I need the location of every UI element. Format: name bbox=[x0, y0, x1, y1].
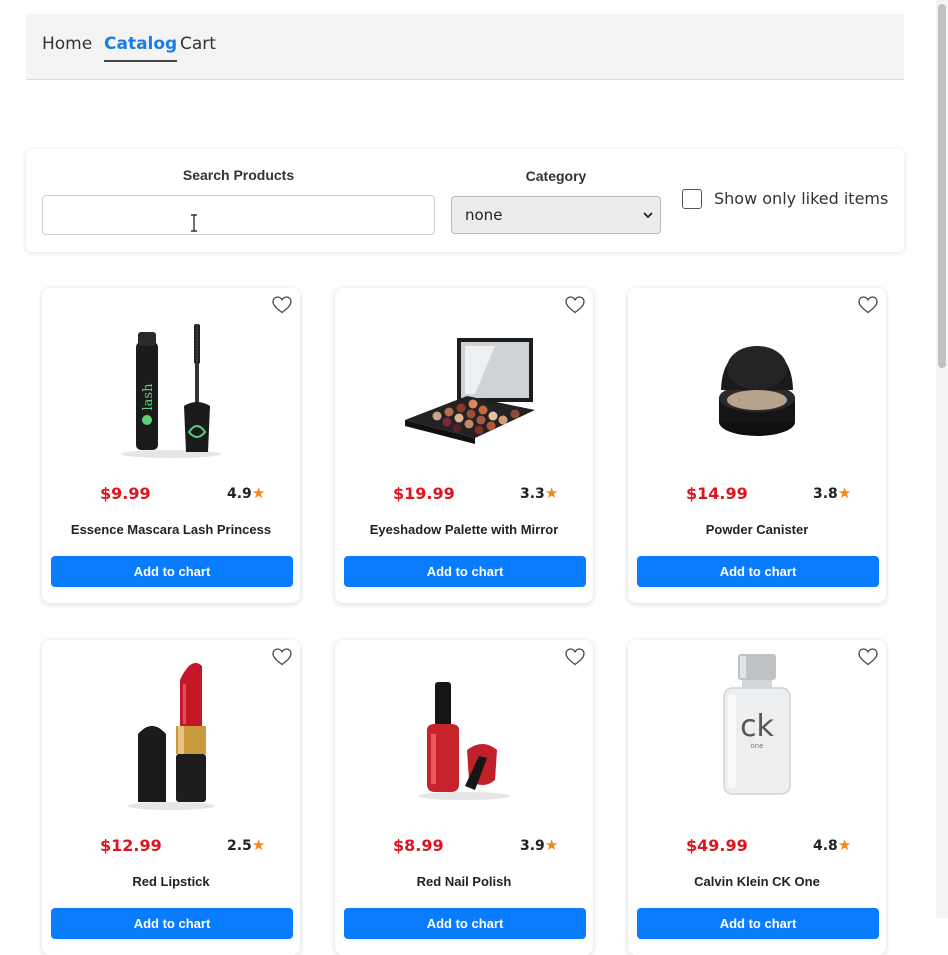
svg-text:lash: lash bbox=[141, 383, 156, 411]
mascara-image: lash bbox=[121, 324, 221, 458]
product-price: $14.99 bbox=[686, 484, 748, 503]
rating-value: 3.8 bbox=[813, 486, 838, 502]
category-selected-value: none bbox=[465, 206, 503, 224]
product-name: Eyeshadow Palette with Mirror bbox=[369, 522, 559, 537]
product-price: $12.99 bbox=[100, 836, 162, 855]
powder-canister-image bbox=[719, 346, 795, 436]
scrollbar-thumb[interactable] bbox=[938, 4, 946, 368]
product-rating: 2.5★ bbox=[227, 836, 265, 854]
rating-value: 2.5 bbox=[227, 838, 252, 854]
ck-one-bottle-image: ck one bbox=[723, 654, 791, 795]
page-scrollbar[interactable] bbox=[936, 0, 948, 918]
star-icon: ★ bbox=[837, 836, 852, 854]
top-navbar: Home Catalog Cart bbox=[26, 14, 904, 80]
rating-value: 4.9 bbox=[227, 486, 252, 502]
product-rating: 4.8★ bbox=[813, 836, 851, 854]
product-rating: 3.9★ bbox=[520, 836, 558, 854]
product-card: $19.99 3.3★ Eyeshadow Palette with Mirro… bbox=[335, 288, 593, 603]
product-card: $12.99 2.5★ Red Lipstick Add to chart bbox=[42, 640, 300, 955]
product-price: $8.99 bbox=[393, 836, 444, 855]
rating-value: 3.9 bbox=[520, 838, 545, 854]
product-price: $49.99 bbox=[686, 836, 748, 855]
nail-polish-image bbox=[418, 682, 510, 800]
nav-home-link[interactable]: Home bbox=[42, 34, 92, 60]
svg-text:ck: ck bbox=[740, 709, 774, 744]
product-name: Powder Canister bbox=[705, 522, 809, 537]
product-price: $19.99 bbox=[393, 484, 455, 503]
liked-only-checkbox[interactable] bbox=[682, 189, 702, 209]
product-name: Red Nail Polish bbox=[416, 874, 512, 889]
product-card: ck one $49.99 4.8★ Calvin Klein CK One A… bbox=[628, 640, 886, 955]
star-icon: ★ bbox=[544, 836, 559, 854]
product-rating: 4.9★ bbox=[227, 484, 265, 502]
add-to-cart-button[interactable]: Add to chart bbox=[637, 556, 879, 587]
category-label: Category bbox=[525, 168, 587, 184]
add-to-cart-button[interactable]: Add to chart bbox=[344, 556, 586, 587]
lipstick-image bbox=[127, 663, 215, 810]
search-label: Search Products bbox=[182, 167, 295, 183]
star-icon: ★ bbox=[251, 484, 266, 502]
rating-value: 4.8 bbox=[813, 838, 838, 854]
nav-catalog-link[interactable]: Catalog bbox=[104, 34, 178, 62]
chevron-down-icon bbox=[643, 212, 653, 219]
liked-only-label[interactable]: Show only liked items bbox=[714, 189, 888, 208]
text-cursor-icon bbox=[191, 214, 197, 232]
filter-panel: Search Products Category none Show only … bbox=[26, 149, 904, 252]
svg-text:one: one bbox=[750, 742, 763, 750]
product-card: $8.99 3.9★ Red Nail Polish Add to chart bbox=[335, 640, 593, 955]
star-icon: ★ bbox=[251, 836, 266, 854]
product-card: $14.99 3.8★ Powder Canister Add to chart bbox=[628, 288, 886, 603]
add-to-cart-button[interactable]: Add to chart bbox=[51, 556, 293, 587]
add-to-cart-button[interactable]: Add to chart bbox=[637, 908, 879, 939]
product-name: Calvin Klein CK One bbox=[694, 874, 820, 889]
eyeshadow-palette-image bbox=[405, 338, 535, 444]
product-card: lash $9.99 4.9★ Essence Mascara Lash Pri… bbox=[42, 288, 300, 603]
nav-cart-link[interactable]: Cart bbox=[180, 34, 216, 60]
product-name: Red Lipstick bbox=[132, 874, 210, 889]
rating-value: 3.3 bbox=[520, 486, 545, 502]
product-price: $9.99 bbox=[100, 484, 151, 503]
star-icon: ★ bbox=[837, 484, 852, 502]
product-rating: 3.3★ bbox=[520, 484, 558, 502]
star-icon: ★ bbox=[544, 484, 559, 502]
product-name: Essence Mascara Lash Princess bbox=[70, 522, 272, 537]
add-to-cart-button[interactable]: Add to chart bbox=[344, 908, 586, 939]
product-rating: 3.8★ bbox=[813, 484, 851, 502]
add-to-cart-button[interactable]: Add to chart bbox=[51, 908, 293, 939]
search-input[interactable] bbox=[42, 195, 435, 235]
category-select[interactable]: none bbox=[451, 196, 661, 234]
